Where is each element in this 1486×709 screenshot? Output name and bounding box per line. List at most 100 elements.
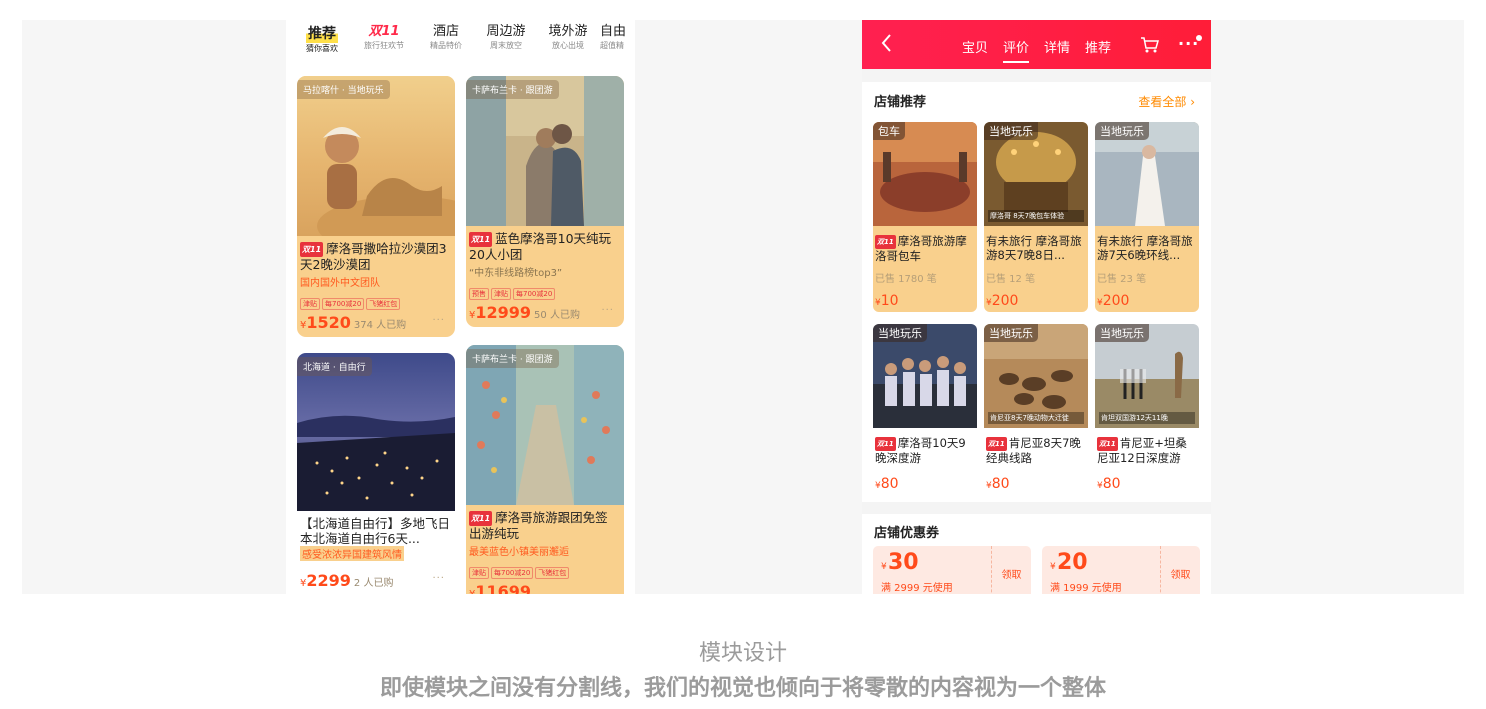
shop-product-image: 当地玩乐 肯坦双国游12天11晚 — [1095, 324, 1199, 428]
shop-product-image: 当地玩乐 — [873, 324, 977, 428]
shop-coupon-section: 店铺优惠券 ¥ 30 满 2999 元使用 领取 ¥ 20 满 1999 元使用… — [862, 514, 1211, 594]
more-options-icon[interactable]: ··· — [601, 305, 614, 316]
screenshot-stage: 推荐 猜你喜欢 双11 旅行狂欢节 酒店 精品特价 周边游 周末放空 境外游 放… — [22, 20, 1464, 594]
sold-count: 374 人已购 — [353, 320, 407, 331]
product-card[interactable]: 北海道 · 自由行 【北海道自由行】多地飞日本北海道自由行6天... 感受浓浓异… — [297, 353, 455, 594]
image-caption: 肯坦双国游12天11晚 — [1099, 412, 1195, 424]
claim-coupon-button[interactable]: 领取 — [1160, 546, 1200, 594]
nav-tab-recommend[interactable]: 推荐 — [1085, 37, 1111, 56]
shop-product-tag: 当地玩乐 — [984, 122, 1038, 140]
tab-sublabel: 精品特价 — [430, 41, 462, 50]
shop-product-price: 80 — [880, 476, 899, 492]
promo-chips: 津贴 每700减20 飞猪红包 — [466, 558, 624, 579]
shop-product-price: 200 — [991, 293, 1019, 309]
sold-count: 2 人已购 — [353, 578, 394, 589]
product-highlight: 国内国外中文团队 — [300, 278, 380, 289]
shop-product-title-text: 有未旅行 摩洛哥旅游8天7晚8日... — [986, 234, 1082, 262]
shop-product-image: 当地玩乐 — [1095, 122, 1199, 226]
tab-nearby[interactable]: 周边游 周末放空 — [476, 23, 536, 52]
price-row: ¥12999 50 人已购 ··· — [466, 300, 624, 322]
product-image: 卡萨布兰卡 · 跟团游 — [466, 345, 624, 505]
shop-product-card[interactable]: 当地玩乐 肯坦双国游12天11晚 双11 肯尼亚+坦桑尼亚12日深度游 ¥80 — [1095, 324, 1199, 500]
promo-chip: 津贴 — [469, 567, 489, 579]
product-card[interactable]: 卡萨布兰卡 · 跟团游 双11 摩洛哥旅游跟团免签出游纯玩 最美蓝色小镇美丽邂逅 … — [466, 345, 624, 594]
promo-chips: 津贴 每700减20 飞猪红包 — [297, 289, 455, 310]
promo-chip: 津贴 — [300, 298, 320, 310]
product-image: 北海道 · 自由行 — [297, 353, 455, 511]
nav-tab-details[interactable]: 详情 — [1044, 37, 1070, 56]
cart-icon[interactable] — [1140, 36, 1160, 54]
product-title: 双11 摩洛哥撒哈拉沙漠团3天2晚沙漠团 — [297, 236, 455, 272]
section-title: 店铺推荐 — [874, 95, 927, 110]
tab-sublabel: 旅行狂欢节 — [364, 41, 404, 50]
product-title-text: 【北海道自由行】多地飞日本北海道自由行6天... — [300, 516, 451, 546]
shop-product-tag: 当地玩乐 — [873, 324, 927, 342]
nav-tab-product[interactable]: 宝贝 — [962, 37, 988, 56]
shop-price-row: ¥80 — [984, 465, 1088, 492]
shop-product-price: 80 — [991, 476, 1010, 492]
shop-recommend-section: 店铺推荐 查看全部 › 包车 双11 摩洛哥旅游摩洛哥包车 已售 1780 笔 ¥… — [862, 82, 1211, 502]
shop-product-card[interactable]: 当地玩乐 摩洛哥 8天7晚包车体验 有未旅行 摩洛哥旅游8天7晚8日... 已售… — [984, 122, 1088, 312]
product-location-tag: 北海道 · 自由行 — [297, 357, 372, 376]
double11-badge: 双11 — [1097, 437, 1118, 451]
tab-sublabel: 猜你喜欢 — [306, 44, 338, 53]
product-location-tag: 卡萨布兰卡 · 跟团游 — [466, 349, 559, 368]
tab-label: 推荐 — [306, 26, 338, 43]
tab-sublabel: 超值精 — [600, 41, 624, 50]
tab-label: 周边游 — [486, 24, 526, 39]
product-card[interactable]: 马拉喀什 · 当地玩乐 双11 摩洛哥撒哈拉沙漠团3天2晚沙漠团 国内国外中文团队… — [297, 76, 455, 337]
see-all-link[interactable]: 查看全部 › — [1138, 93, 1195, 110]
shop-product-tag: 当地玩乐 — [984, 324, 1038, 342]
left-phone-screen: 推荐 猜你喜欢 双11 旅行狂欢节 酒店 精品特价 周边游 周末放空 境外游 放… — [286, 20, 635, 594]
shop-price-row: ¥200 — [984, 284, 1088, 309]
shop-product-title: 双11 肯尼亚8天7晚经典线路 — [984, 428, 1088, 465]
shop-product-card[interactable]: 包车 双11 摩洛哥旅游摩洛哥包车 已售 1780 笔 ¥10 — [873, 122, 977, 312]
tab-label: 双11 — [368, 24, 400, 39]
tab-free-travel[interactable]: 自由 超值精 — [600, 23, 635, 52]
shop-product-title: 双11 摩洛哥10天9晚深度游 — [873, 428, 977, 465]
tab-overseas[interactable]: 境外游 放心出境 — [538, 23, 598, 52]
shop-price-row: ¥80 — [873, 465, 977, 492]
coupon-value: 30 — [888, 550, 919, 575]
tab-double11[interactable]: 双11 旅行狂欢节 — [354, 23, 414, 52]
product-price: 11699 — [475, 582, 532, 594]
tab-hotel[interactable]: 酒店 精品特价 — [416, 23, 476, 52]
tab-label: 自由 — [600, 24, 627, 39]
coupon-condition: 满 2999 元使用 — [881, 583, 953, 594]
product-card[interactable]: 卡萨布兰卡 · 跟团游 双11 蓝色摩洛哥10天纯玩20人小团 “中东非线路榜to… — [466, 76, 624, 327]
sold-count: 50 人已购 — [534, 310, 580, 321]
double11-badge: 双11 — [469, 232, 493, 247]
shop-product-title-text: 有未旅行 摩洛哥旅游7天6晚环线... — [1097, 234, 1193, 262]
caption-title: 模块设计 — [698, 641, 787, 666]
promo-chip: 每700减20 — [513, 288, 556, 300]
promo-chips: 预售 津贴 每700减20 — [466, 279, 624, 300]
double11-badge: 双11 — [469, 511, 493, 526]
shop-product-card[interactable]: 当地玩乐 肯尼亚8天7晚动物大迁徙 双11 肯尼亚8天7晚经典线路 ¥80 — [984, 324, 1088, 500]
shop-product-image: 包车 — [873, 122, 977, 226]
tab-label: 境外游 — [548, 24, 588, 39]
promo-chip: 每700减20 — [322, 298, 365, 310]
tab-sublabel: 周末放空 — [490, 41, 522, 50]
shop-product-card[interactable]: 当地玩乐 双11 摩洛哥10天9晚深度游 ¥80 — [873, 324, 977, 500]
shop-product-image: 当地玩乐 摩洛哥 8天7晚包车体验 — [984, 122, 1088, 226]
product-price: 2299 — [306, 571, 351, 590]
more-options-icon[interactable]: ··· — [432, 315, 445, 326]
more-options-icon[interactable]: ··· — [432, 573, 445, 584]
product-title: 双11 摩洛哥旅游跟团免签出游纯玩 — [466, 505, 624, 541]
tab-recommend[interactable]: 推荐 猜你喜欢 — [292, 23, 352, 55]
nav-tab-reviews[interactable]: 评价 — [1003, 37, 1030, 63]
shop-product-tag: 当地玩乐 — [1095, 122, 1149, 140]
product-location-tag: 马拉喀什 · 当地玩乐 — [297, 80, 390, 99]
double11-badge: 双11 — [986, 437, 1007, 451]
tab-label: 酒店 — [432, 24, 459, 39]
product-price: 1520 — [306, 313, 351, 332]
promo-chip: 飞猪红包 — [366, 298, 401, 310]
back-arrow-icon[interactable] — [880, 33, 892, 53]
shop-product-card[interactable]: 当地玩乐 有未旅行 摩洛哥旅游7天6晚环线... 已售 23 笔 ¥200 — [1095, 122, 1199, 312]
coupon-condition: 满 1999 元使用 — [1050, 583, 1122, 594]
promo-chip: 飞猪红包 — [535, 567, 570, 579]
price-row: ¥1520 374 人已购 ··· — [297, 310, 455, 332]
shop-product-sold: 已售 12 笔 — [986, 274, 1036, 285]
claim-coupon-button[interactable]: 领取 — [991, 546, 1031, 594]
section-title: 店铺优惠券 — [874, 526, 940, 541]
